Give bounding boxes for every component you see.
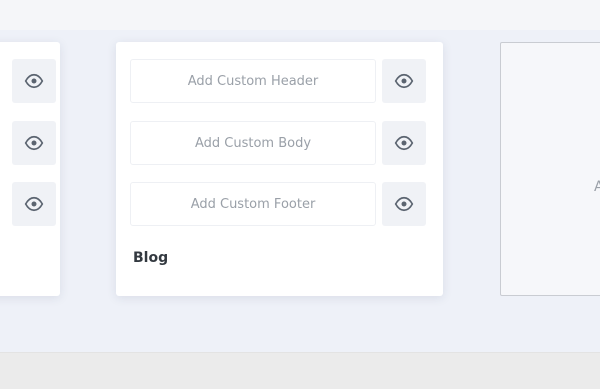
eye-icon [394, 196, 414, 212]
layout-title[interactable]: Blog [133, 250, 168, 266]
eye-icon [24, 135, 44, 151]
layout-card [0, 42, 60, 296]
eye-icon [394, 73, 414, 89]
add-custom-header-slot[interactable]: Add Custom Header [130, 59, 376, 103]
add-custom-body-slot[interactable]: Add Custom Body [130, 121, 376, 165]
preview-body-button[interactable] [382, 121, 426, 165]
eye-icon [24, 196, 44, 212]
eye-icon [24, 73, 44, 89]
preview-header-button[interactable] [382, 59, 426, 103]
add-custom-footer-slot[interactable]: Add Custom Footer [130, 182, 376, 226]
eye-icon [394, 135, 414, 151]
add-new-layout-label: A [594, 179, 600, 195]
preview-body-button[interactable] [12, 121, 56, 165]
preview-header-button[interactable] [12, 59, 56, 103]
bottom-bar [0, 352, 600, 389]
preview-footer-button[interactable] [12, 182, 56, 226]
top-strip [0, 0, 600, 30]
preview-footer-button[interactable] [382, 182, 426, 226]
add-new-layout-card[interactable]: A [500, 42, 600, 296]
layout-card-blog: Add Custom Header Add Custom Body Add Cu… [116, 42, 443, 296]
